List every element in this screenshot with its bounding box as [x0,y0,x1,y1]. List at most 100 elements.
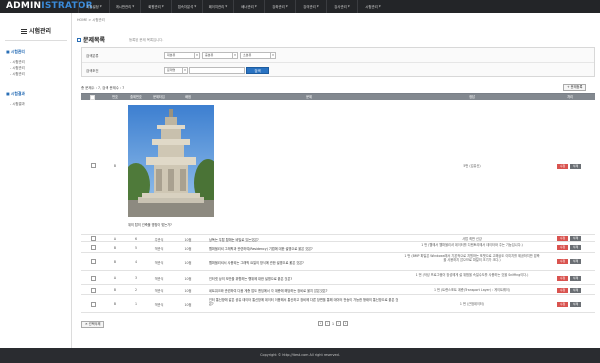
question-table: 번호 출제번호 문제타입 배점 문제 정답 처리 B 7 객관식 10점 5번 … [81,93,595,313]
top-bar: ADMINISTRATOR 기본설정 ▼ 게시판관리 ▼ 회원관리 ▼ 접속자분석 ▼ … [0,0,600,13]
chevron-down-icon: ▼ [254,5,257,8]
table-row: B 5 객관식 10점 웹퍼블리셔 그래픽과 관련하여(Residency) 기… [81,242,595,253]
nav-exams[interactable]: 시험관리 ▼ [357,0,388,13]
row-type: 객관식 [154,246,164,251]
chevron-down-icon: ▼ [161,5,164,8]
current-page[interactable]: 1 [332,322,334,326]
sidebar-item[interactable]: - 시험관리 [10,59,25,64]
delete-selected-button[interactable]: ✕ 선택삭제 [81,321,105,328]
row-level: A [113,276,117,280]
row-level: B [113,164,117,168]
edit-button[interactable]: 수정 [557,245,568,250]
row-checkbox[interactable] [91,275,96,281]
row-checkbox[interactable] [91,259,96,264]
next-page-button[interactable]: › [336,321,342,326]
row-number: 4 [134,259,138,264]
nav-basic-settings[interactable]: 기본설정 ▼ [78,0,109,13]
edit-button[interactable]: 수정 [557,164,568,169]
row-number: 2 [134,288,138,292]
chevron-down-icon: ▼ [99,5,102,8]
nav-instructors[interactable]: 강사관리 ▼ [326,0,357,13]
table-row: A 6 주관식 10점 낭독는 우탑 탑에는 비밀로 있는것은? 사탑 죄판 신… [81,235,595,242]
row-question[interactable]: 인터 통신망에 같은 공유 데이터 통신망에 데이터 이용해서 통신하고 장비에… [209,298,399,306]
register-question-button[interactable]: + 문제등록 [563,84,587,91]
edit-button[interactable]: 수정 [557,259,568,264]
edit-button[interactable]: 수정 [557,236,568,241]
chevron-down-icon: ▼ [378,5,381,8]
row-question[interactable]: 낭독는 우탑 탑에는 비밀로 있는것은? [209,237,259,242]
row-score: 10점 [184,277,192,281]
nav-board[interactable]: 게시판관리 ▼ [109,0,140,13]
search-row-category: 검색분류 대분류 ▾ 중분류 ▾ 소분류 ▾ [82,48,594,63]
first-page-button[interactable]: « [318,321,323,326]
edit-button[interactable]: 수정 [557,301,568,307]
sidebar-item[interactable]: - 시험결과 [10,101,25,106]
search-label: 검색조건 [86,69,99,73]
nav-lectures[interactable]: 강의관리 ▼ [295,0,326,13]
chevron-down-icon: ▼ [285,5,288,8]
nav-members[interactable]: 회원관리 ▼ [140,0,171,13]
row-score: 10점 [184,260,192,265]
row-question[interactable]: 웹퍼블리셔 그래픽과 관련하여(Residency) 기법에 대한 설명으로 옳… [209,246,313,251]
nav-analytics[interactable]: 접속자분석 ▼ [171,0,202,13]
minor-category-select[interactable]: 소분류 ▾ [240,52,276,59]
row-checkbox[interactable] [91,245,96,250]
row-checkbox[interactable] [91,287,96,293]
delete-button[interactable]: 삭제 [570,259,581,264]
question-with-image[interactable]: 위의 탑의 건축물 명칭이 맞는가? [128,222,172,227]
row-checkbox[interactable] [91,236,96,241]
row-score: 10점 [184,303,192,307]
row-score: 10점 [184,246,192,251]
sidebar-item[interactable]: - 시험관리 [10,71,25,76]
page-description: 등록된 문제 목록입니다. [129,38,164,42]
delete-button[interactable]: 삭제 [570,275,581,281]
row-checkbox[interactable] [91,163,96,168]
major-category-select[interactable]: 대분류 ▾ [164,52,200,59]
row-question[interactable]: 네트워크와 관련하여 다음 게층 업도 앤딩에서 각 계층에 해당하는 장비로 … [209,288,327,293]
search-input[interactable] [189,67,245,74]
edit-button[interactable]: 수정 [557,275,568,281]
main-nav: 기본설정 ▼ 게시판관리 ▼ 회원관리 ▼ 접속자분석 ▼ 페이지관리 ▼ 배너관리 ▼ 강… [78,0,388,13]
table-row: B 2 객관식 10점 네트워크와 관련하여 다음 게층 업도 앤딩에서 각 계… [81,285,595,295]
nav-banners[interactable]: 배너관리 ▼ [233,0,264,13]
search-button[interactable]: 검색 [246,67,269,74]
chevron-down-icon: ▾ [194,53,199,58]
sidebar-group-exam-results[interactable]: ■ 시험결과 [6,91,25,97]
row-level: B [113,288,117,292]
sidebar-group-exam-manage[interactable]: ■ 시험관리 [6,49,25,55]
last-page-button[interactable]: » [343,321,349,326]
nav-pages[interactable]: 페이지관리 ▼ [202,0,233,13]
chevron-down-icon: ▼ [132,5,135,8]
row-score: 10점 [184,289,192,293]
delete-button[interactable]: 삭제 [570,301,581,307]
sidebar: 시험관리 ■ 시험관리 - 시험관리 - 시험관리 - 시험관리 ■ 시험결과 … [0,13,72,348]
row-type: 주관식 [154,237,164,242]
sidebar-item[interactable]: - 시험관리 [10,65,25,70]
pagination: « ‹ 1 › » [318,321,349,326]
nav-courses[interactable]: 강좌관리 ▼ [264,0,295,13]
sidebar-title: 시험관리 [0,26,72,35]
delete-button[interactable]: 삭제 [570,236,581,241]
row-number: 6 [134,236,138,241]
delete-button[interactable]: 삭제 [570,245,581,250]
table-row: B 4 객관식 10점 웹퍼블리셔서 사용되는 그래픽 요일의 방식에 관한 설… [81,253,595,271]
select-all-checkbox[interactable] [90,94,95,100]
page-title: 문제목록 [77,35,105,44]
row-checkbox[interactable] [91,301,96,307]
prev-page-button[interactable]: ‹ [325,321,330,326]
row-answer: 1 번 (웹에서 웹퍼블리셔 데이터를 디렌토리에서 데이터와 주는 기능입니다… [421,243,523,247]
search-label: 검색분류 [86,54,99,58]
search-row-condition: 검색조건 문제명 ▾ 검색 [82,63,594,78]
row-question[interactable]: 인터넷 상의 보안을 위협하는 행위에 대한 설명으로 옳은 것은? [209,276,292,281]
middle-category-select[interactable]: 중분류 ▾ [202,52,238,59]
search-field-select[interactable]: 문제명 ▾ [164,67,188,74]
chevron-down-icon: ▾ [270,53,275,58]
delete-button[interactable]: 삭제 [570,164,581,169]
row-question[interactable]: 웹퍼블리셔서 사용되는 그래픽 요일의 방식에 관한 설명으로 옳은 것은? [209,260,304,265]
delete-button[interactable]: 삭제 [570,287,581,293]
edit-button[interactable]: 수정 [557,287,568,293]
table-row: A 3 객관식 10점 인터넷 상의 보안을 위협하는 행위에 대한 설명으로 … [81,271,595,285]
chevron-down-icon: ▼ [194,5,197,8]
divider [5,40,67,41]
result-count: 총 문제수 : 7, 검색 문제수 : 7 [81,86,125,90]
